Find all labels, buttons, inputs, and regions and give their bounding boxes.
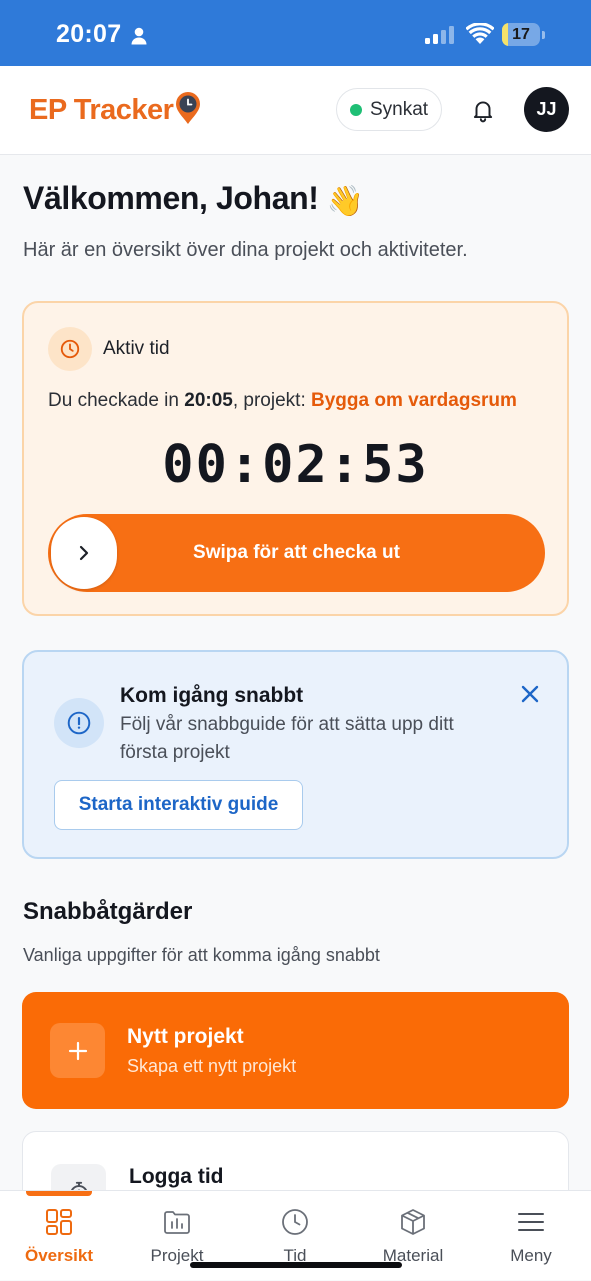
status-bar: 20:07 17 <box>0 0 591 66</box>
project-chart-icon <box>164 1211 190 1234</box>
quick-actions-subtitle: Vanliga uppgifter för att komma igång sn… <box>23 945 380 965</box>
swipe-handle[interactable] <box>51 517 117 589</box>
app-header: EP Tracker Synkat JJ <box>0 66 591 155</box>
chevron-right-icon <box>79 545 89 561</box>
quick-start-guide-card: Kom igång snabbt Följ vår snabbguide för… <box>22 650 569 859</box>
battery-percent: 17 <box>512 26 530 43</box>
home-indicator[interactable] <box>190 1262 402 1268</box>
nav-item-meny[interactable]: Meny <box>472 1191 590 1281</box>
check-in-prefix: Du checkade in <box>48 390 185 411</box>
active-time-icon-wrap <box>48 327 92 371</box>
clock-icon <box>282 1209 308 1235</box>
welcome-title-text: Välkommen, Johan! <box>23 180 319 216</box>
app-logo[interactable]: EP Tracker <box>29 90 202 130</box>
menu-icon <box>518 1213 544 1231</box>
swipe-label: Swipa för att checka ut <box>193 542 400 563</box>
plus-icon <box>68 1041 87 1060</box>
active-time-label: Aktiv tid <box>103 338 170 359</box>
close-icon[interactable] <box>518 682 542 706</box>
log-time-title: Logga tid <box>129 1165 224 1188</box>
swipe-checkout-slider[interactable]: Swipa för att checka ut <box>48 514 545 592</box>
person-icon <box>131 27 147 45</box>
clock-icon <box>60 339 80 359</box>
new-project-subtitle: Skapa ett nytt projekt <box>127 1056 297 1076</box>
logo-text: EP Tracker <box>29 93 174 126</box>
nav-label-oversikt: Översikt <box>24 1246 94 1265</box>
project-prefix: , projekt: <box>232 390 312 411</box>
active-time-card: Aktiv tid Du checkade in 20:05, projekt:… <box>22 301 569 616</box>
location-clock-pin-icon <box>176 92 201 124</box>
sync-dot <box>350 103 362 116</box>
elapsed-timer: 00:02:53 <box>162 435 429 495</box>
user-avatar[interactable]: JJ <box>524 87 569 132</box>
active-project-name[interactable]: Bygga om vardagsrum <box>311 390 517 411</box>
sync-status-badge[interactable]: Synkat <box>336 88 442 131</box>
guide-title: Kom igång snabbt <box>120 684 304 707</box>
guide-description: Följ vår snabbguide för att sätta upp di… <box>120 714 454 763</box>
info-icon <box>67 711 91 735</box>
waving-hand-emoji: 👋 <box>326 185 364 218</box>
check-in-info: Du checkade in 20:05, projekt: Bygga om … <box>48 390 517 412</box>
start-guide-button[interactable]: Starta interaktiv guide <box>54 780 303 830</box>
battery-icon: 17 <box>502 23 545 46</box>
quick-actions-title: Snabbåtgärder <box>23 898 193 925</box>
new-project-button[interactable]: Nytt projekt Skapa ett nytt projekt <box>22 992 569 1109</box>
wifi-icon <box>466 23 494 44</box>
sync-label: Synkat <box>370 98 429 120</box>
info-icon-wrap <box>54 698 104 748</box>
nav-label-meny: Meny <box>510 1246 552 1265</box>
box-icon <box>401 1209 425 1235</box>
dashboard-icon <box>46 1209 72 1235</box>
new-project-title: Nytt projekt <box>127 1025 244 1048</box>
bell-icon[interactable] <box>470 97 496 123</box>
status-time: 20:07 <box>56 20 122 48</box>
check-in-time: 20:05 <box>184 390 233 411</box>
page-title: Välkommen, Johan! 👋 <box>23 180 364 219</box>
cellular-signal-icon <box>425 26 454 44</box>
page-subtitle: Här är en översikt över dina projekt och… <box>23 239 468 261</box>
plus-icon-wrap <box>50 1023 105 1078</box>
nav-item-oversikt[interactable]: Översikt <box>0 1191 118 1281</box>
